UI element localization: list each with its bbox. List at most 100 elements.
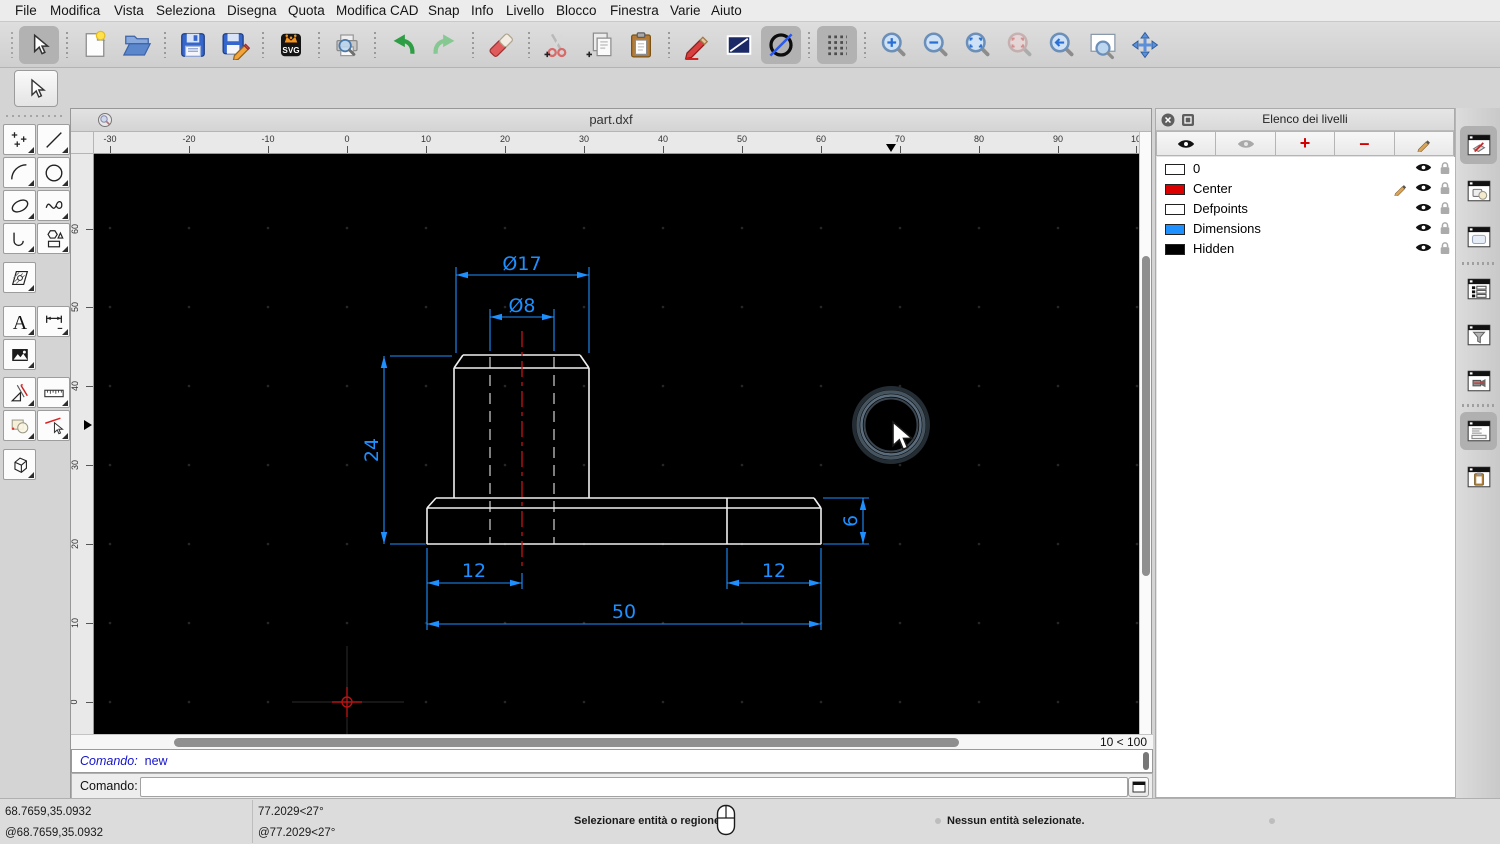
menu-seleziona[interactable]: Seleziona <box>156 0 215 21</box>
show-all-layers-button[interactable] <box>1156 131 1216 156</box>
layer-lock-icon[interactable] <box>1439 201 1451 215</box>
zoom-out-button[interactable] <box>915 26 955 64</box>
open-file-button[interactable] <box>117 26 157 64</box>
delete-button[interactable] <box>481 26 521 64</box>
save-as-button[interactable] <box>215 26 255 64</box>
layer-row[interactable]: Dimensions <box>1157 219 1455 239</box>
drawing-window-titlebar[interactable]: part.dxf <box>71 109 1151 132</box>
select-tool-button[interactable] <box>19 26 59 64</box>
spline-tool-button[interactable] <box>37 190 70 221</box>
zoom-window-button[interactable] <box>1083 26 1123 64</box>
hatch-tool-button[interactable] <box>3 262 36 293</box>
new-document-button[interactable] <box>75 26 115 64</box>
print-preview-button[interactable] <box>327 26 367 64</box>
layer-color-swatch[interactable] <box>1165 204 1185 215</box>
command-input[interactable] <box>140 777 1128 797</box>
layer-color-swatch[interactable] <box>1165 244 1185 255</box>
menu-livello[interactable]: Livello <box>506 0 544 21</box>
zoom-previous-button[interactable] <box>999 26 1039 64</box>
layer-visible-icon[interactable] <box>1415 221 1432 234</box>
layer-color-swatch[interactable] <box>1165 224 1185 235</box>
arc-tool-button[interactable] <box>3 157 36 188</box>
zoom-pan-button[interactable] <box>1125 26 1165 64</box>
command-history-scrollbar[interactable] <box>1143 752 1149 770</box>
selection-pointer-button[interactable] <box>14 70 58 107</box>
layer-color-swatch[interactable] <box>1165 184 1185 195</box>
menu-snap[interactable]: Snap <box>428 0 460 21</box>
hscroll-thumb[interactable] <box>174 738 959 747</box>
zoom-auto-button[interactable] <box>957 26 997 64</box>
dock-command-widget-button[interactable] <box>1460 412 1497 450</box>
menu-blocco[interactable]: Blocco <box>556 0 597 21</box>
edit-layer-button[interactable] <box>1395 131 1454 156</box>
dimension-tool-button[interactable] <box>37 306 70 337</box>
redo-button[interactable] <box>425 26 465 64</box>
layer-row[interactable]: Hidden <box>1157 239 1455 259</box>
save-button[interactable] <box>173 26 213 64</box>
modify-tool-button[interactable] <box>3 377 36 408</box>
hide-all-layers-button[interactable] <box>1216 131 1275 156</box>
layer-lock-icon[interactable] <box>1439 241 1451 255</box>
solid-3d-tool-button[interactable] <box>3 449 36 480</box>
layer-visible-icon[interactable] <box>1415 201 1432 214</box>
layer-lock-icon[interactable] <box>1439 161 1451 175</box>
dock-camera-view-button[interactable] <box>1460 362 1497 400</box>
pen-settings-button[interactable] <box>677 26 717 64</box>
measure-tool-button[interactable] <box>37 377 70 408</box>
polygon-tool-button[interactable] <box>37 223 70 254</box>
ortho-circle-button[interactable] <box>761 26 801 64</box>
cut-button[interactable] <box>537 26 577 64</box>
dock-block-list-button[interactable] <box>1460 172 1497 210</box>
drawing-canvas[interactable]: Ø17 Ø8 24 6 12 12 50 <box>94 154 1141 734</box>
dock-layer-list-button[interactable] <box>1460 126 1497 164</box>
menu-info[interactable]: Info <box>471 0 494 21</box>
layer-visible-icon[interactable] <box>1415 161 1432 174</box>
polyline-tool-button[interactable] <box>3 223 36 254</box>
vscroll-thumb[interactable] <box>1142 256 1150 576</box>
dock-selection-filter-button[interactable] <box>1460 316 1497 354</box>
menu-modifica[interactable]: Modifica <box>50 0 100 21</box>
horizontal-scrollbar[interactable]: 10 < 100 <box>71 734 1153 749</box>
save-floppy-icon <box>178 30 208 60</box>
menu-vista[interactable]: Vista <box>114 0 144 21</box>
menu-varie[interactable]: Varie <box>670 0 701 21</box>
undo-button[interactable] <box>383 26 423 64</box>
layer-row[interactable]: Defpoints <box>1157 199 1455 219</box>
dock-clipboard-button[interactable] <box>1460 458 1497 496</box>
menu-disegna[interactable]: Disegna <box>227 0 277 21</box>
layer-color-swatch[interactable] <box>1165 164 1185 175</box>
layer-row[interactable]: 0 <box>1157 159 1455 179</box>
layer-row-current[interactable]: Center <box>1157 179 1455 199</box>
vertical-scrollbar[interactable] <box>1139 132 1151 734</box>
layer-visible-icon[interactable] <box>1415 241 1432 254</box>
command-options-button[interactable] <box>1128 777 1149 797</box>
points-tool-button[interactable] <box>3 124 36 155</box>
ellipse-tool-button[interactable] <box>3 190 36 221</box>
svg-export-button[interactable]: SVG <box>271 26 311 64</box>
line-attributes-button[interactable] <box>719 26 759 64</box>
zoom-back-button[interactable] <box>1041 26 1081 64</box>
dock-library-browser-button[interactable] <box>1460 218 1497 256</box>
layer-lock-icon[interactable] <box>1439 181 1451 195</box>
deselect-tool-button[interactable] <box>37 410 70 441</box>
paste-button[interactable] <box>621 26 661 64</box>
add-layer-button[interactable]: + <box>1276 131 1335 156</box>
circle-tool-button[interactable] <box>37 157 70 188</box>
block-tool-button[interactable] <box>3 410 36 441</box>
copy-button[interactable] <box>579 26 619 64</box>
menu-aiuto[interactable]: Aiuto <box>711 0 742 21</box>
zoom-in-button[interactable] <box>873 26 913 64</box>
image-tool-button[interactable] <box>3 339 36 370</box>
layer-lock-icon[interactable] <box>1439 221 1451 235</box>
text-tool-button[interactable]: A <box>3 306 36 337</box>
layer-visible-icon[interactable] <box>1415 181 1432 194</box>
menu-file[interactable]: File <box>15 0 37 21</box>
remove-layer-button[interactable]: – <box>1335 131 1394 156</box>
menu-modifica-cad[interactable]: Modifica CAD <box>336 0 419 21</box>
toolbar-separator <box>864 32 866 58</box>
grid-toggle-button[interactable] <box>817 26 857 64</box>
line-tool-button[interactable] <box>37 124 70 155</box>
dock-entity-list-button[interactable] <box>1460 270 1497 308</box>
menu-quota[interactable]: Quota <box>288 0 325 21</box>
menu-finestra[interactable]: Finestra <box>610 0 659 21</box>
